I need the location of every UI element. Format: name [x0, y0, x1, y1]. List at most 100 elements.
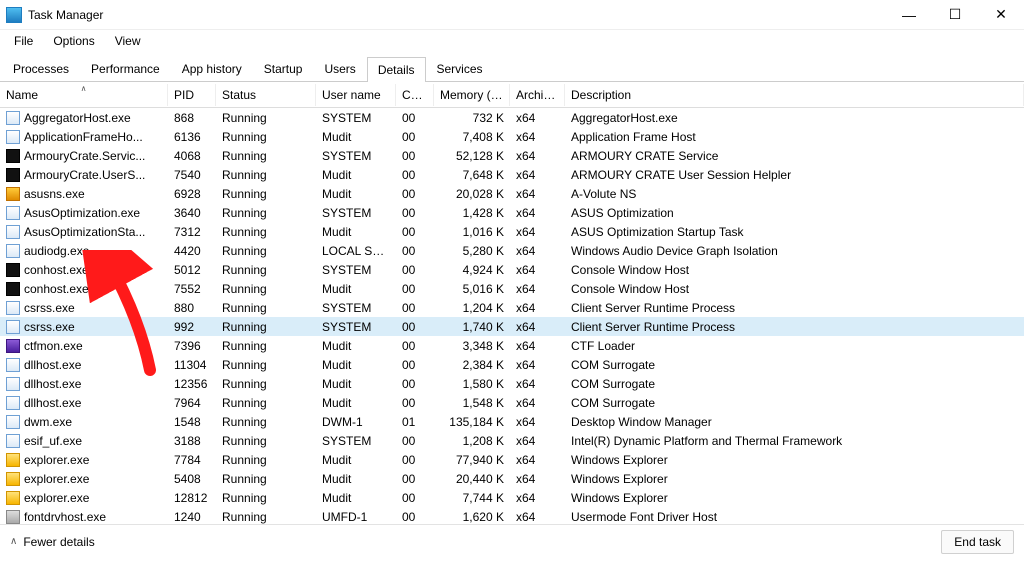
process-arch: x64 — [510, 148, 565, 164]
tab-details[interactable]: Details — [367, 57, 426, 82]
process-mem: 1,580 K — [434, 376, 510, 392]
process-user: SYSTEM — [316, 110, 396, 126]
process-cpu: 00 — [396, 110, 434, 126]
table-row[interactable]: ArmouryCrate.UserS...7540RunningMudit007… — [0, 165, 1024, 184]
process-name: dllhost.exe — [24, 377, 81, 391]
tab-users[interactable]: Users — [313, 56, 366, 81]
process-name: csrss.exe — [24, 301, 75, 315]
process-user: Mudit — [316, 186, 396, 202]
process-pid: 7552 — [168, 281, 216, 297]
tab-apphistory[interactable]: App history — [171, 56, 253, 81]
menu-options[interactable]: Options — [43, 32, 104, 50]
table-row[interactable]: csrss.exe880RunningSYSTEM001,204 Kx64Cli… — [0, 298, 1024, 317]
table-row[interactable]: conhost.exe7552RunningMudit005,016 Kx64C… — [0, 279, 1024, 298]
process-cpu: 00 — [396, 205, 434, 221]
process-user: Mudit — [316, 281, 396, 297]
table-row[interactable]: ctfmon.exe7396RunningMudit003,348 Kx64CT… — [0, 336, 1024, 355]
process-desc: Client Server Runtime Process — [565, 300, 1024, 316]
table-row[interactable]: audiodg.exe4420RunningLOCAL SE...005,280… — [0, 241, 1024, 260]
process-mem: 1,620 K — [434, 509, 510, 525]
process-user: SYSTEM — [316, 319, 396, 335]
process-name: fontdrvhost.exe — [24, 510, 106, 524]
table-row[interactable]: AsusOptimizationSta...7312RunningMudit00… — [0, 222, 1024, 241]
col-name[interactable]: Name∧ — [0, 84, 168, 106]
process-user: Mudit — [316, 129, 396, 145]
process-icon — [6, 301, 20, 315]
minimize-button[interactable]: — — [886, 0, 932, 29]
process-pid: 7964 — [168, 395, 216, 411]
menu-view[interactable]: View — [105, 32, 151, 50]
table-row[interactable]: explorer.exe12812RunningMudit007,744 Kx6… — [0, 488, 1024, 507]
process-pid: 7396 — [168, 338, 216, 354]
bottom-bar: ∧ Fewer details End task — [0, 524, 1024, 558]
col-user[interactable]: User name — [316, 84, 396, 106]
table-row[interactable]: ArmouryCrate.Servic...4068RunningSYSTEM0… — [0, 146, 1024, 165]
menubar: File Options View — [0, 30, 1024, 52]
process-arch: x64 — [510, 490, 565, 506]
table-row[interactable]: asusns.exe6928RunningMudit0020,028 Kx64A… — [0, 184, 1024, 203]
menu-file[interactable]: File — [4, 32, 43, 50]
table-row[interactable]: dllhost.exe7964RunningMudit001,548 Kx64C… — [0, 393, 1024, 412]
process-name: explorer.exe — [24, 472, 89, 486]
table-row[interactable]: explorer.exe7784RunningMudit0077,940 Kx6… — [0, 450, 1024, 469]
col-status[interactable]: Status — [216, 84, 316, 106]
tab-services[interactable]: Services — [426, 56, 494, 81]
process-pid: 7312 — [168, 224, 216, 240]
process-user: UMFD-1 — [316, 509, 396, 525]
process-mem: 7,744 K — [434, 490, 510, 506]
process-arch: x64 — [510, 319, 565, 335]
process-mem: 20,440 K — [434, 471, 510, 487]
process-cpu: 00 — [396, 300, 434, 316]
table-row[interactable]: csrss.exe992RunningSYSTEM001,740 Kx64Cli… — [0, 317, 1024, 336]
process-arch: x64 — [510, 110, 565, 126]
process-status: Running — [216, 376, 316, 392]
table-row[interactable]: dwm.exe1548RunningDWM-101135,184 Kx64Des… — [0, 412, 1024, 431]
table-row[interactable]: fontdrvhost.exe1240RunningUMFD-1001,620 … — [0, 507, 1024, 524]
tab-startup[interactable]: Startup — [253, 56, 314, 81]
process-pid: 5012 — [168, 262, 216, 278]
table-row[interactable]: ApplicationFrameHo...6136RunningMudit007… — [0, 127, 1024, 146]
col-arch[interactable]: Archite... — [510, 84, 565, 106]
chevron-up-icon: ∧ — [10, 536, 17, 547]
close-button[interactable]: ✕ — [978, 0, 1024, 29]
process-status: Running — [216, 281, 316, 297]
process-name: AsusOptimizationSta... — [24, 225, 145, 239]
process-icon — [6, 206, 20, 220]
process-pid: 7540 — [168, 167, 216, 183]
col-mem[interactable]: Memory (a... — [434, 84, 510, 106]
process-status: Running — [216, 471, 316, 487]
col-desc[interactable]: Description — [565, 84, 1024, 106]
table-row[interactable]: explorer.exe5408RunningMudit0020,440 Kx6… — [0, 469, 1024, 488]
table-row[interactable]: dllhost.exe12356RunningMudit001,580 Kx64… — [0, 374, 1024, 393]
tab-performance[interactable]: Performance — [80, 56, 171, 81]
process-desc: ASUS Optimization Startup Task — [565, 224, 1024, 240]
process-desc: Console Window Host — [565, 281, 1024, 297]
col-cpu[interactable]: CPU — [396, 84, 434, 106]
maximize-button[interactable]: ☐ — [932, 0, 978, 29]
process-arch: x64 — [510, 129, 565, 145]
process-status: Running — [216, 167, 316, 183]
process-desc: Client Server Runtime Process — [565, 319, 1024, 335]
process-pid: 1548 — [168, 414, 216, 430]
process-table[interactable]: Name∧ PID Status User name CPU Memory (a… — [0, 82, 1024, 524]
process-pid: 11304 — [168, 357, 216, 373]
process-desc: Application Frame Host — [565, 129, 1024, 145]
fewer-details-toggle[interactable]: ∧ Fewer details — [10, 535, 95, 549]
table-row[interactable]: AggregatorHost.exe868RunningSYSTEM00732 … — [0, 108, 1024, 127]
end-task-button[interactable]: End task — [941, 530, 1014, 554]
process-pid: 4068 — [168, 148, 216, 164]
col-pid[interactable]: PID — [168, 84, 216, 106]
process-icon — [6, 149, 20, 163]
process-cpu: 00 — [396, 243, 434, 259]
tab-processes[interactable]: Processes — [2, 56, 80, 81]
process-pid: 868 — [168, 110, 216, 126]
process-status: Running — [216, 433, 316, 449]
table-row[interactable]: conhost.exe5012RunningSYSTEM004,924 Kx64… — [0, 260, 1024, 279]
table-row[interactable]: dllhost.exe11304RunningMudit002,384 Kx64… — [0, 355, 1024, 374]
process-desc: COM Surrogate — [565, 357, 1024, 373]
table-row[interactable]: esif_uf.exe3188RunningSYSTEM001,208 Kx64… — [0, 431, 1024, 450]
process-cpu: 00 — [396, 338, 434, 354]
process-mem: 5,280 K — [434, 243, 510, 259]
table-row[interactable]: AsusOptimization.exe3640RunningSYSTEM001… — [0, 203, 1024, 222]
process-pid: 1240 — [168, 509, 216, 525]
